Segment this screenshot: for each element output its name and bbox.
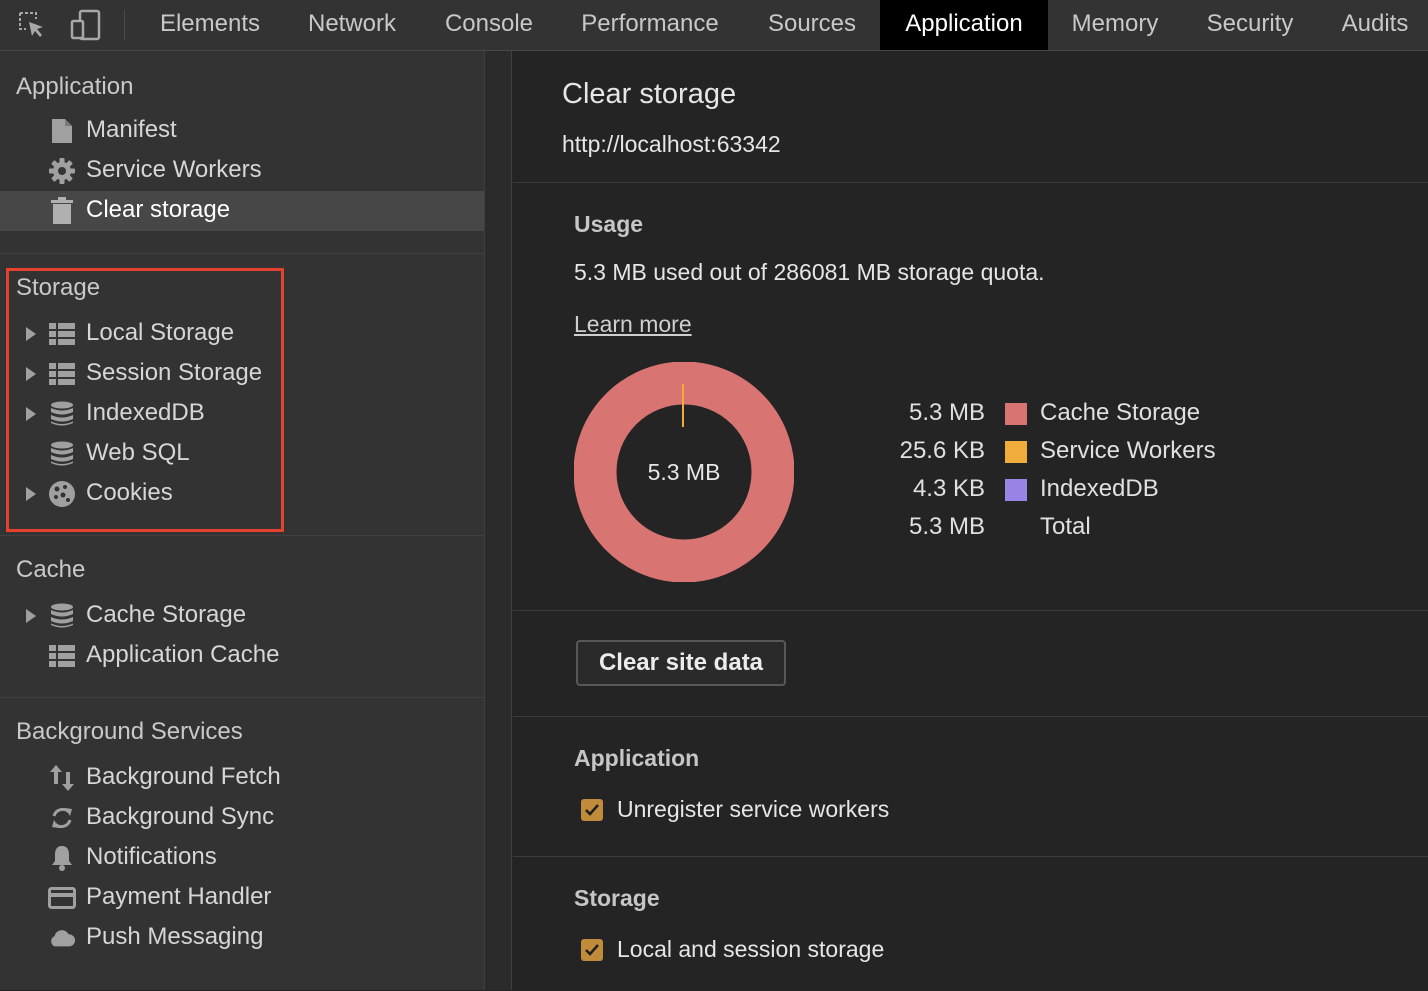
divider [513, 716, 1428, 717]
legend-row-service-workers: 25.6 KB Service Workers [873, 435, 1353, 471]
learn-more-link[interactable]: Learn more [574, 311, 692, 338]
divider [513, 856, 1428, 857]
origin-url: http://localhost:63342 [562, 131, 781, 157]
application-section-heading: Application [574, 745, 700, 771]
sidebar-item-label: Application Cache [86, 641, 280, 668]
legend-value: 25.6 KB [899, 437, 985, 464]
tab-network[interactable]: Network [282, 0, 422, 50]
section-title-cache: Cache [16, 556, 86, 583]
sidebar-item-label: Cache Storage [86, 601, 247, 628]
storage-highlight-box [6, 268, 284, 532]
donut-service-workers [682, 384, 684, 427]
sidebar-item-push-messaging[interactable]: Push Messaging [0, 918, 484, 958]
clear-storage-panel: Clear storage http://localhost:63342 Usa… [513, 51, 1428, 990]
legend-row-cache-storage: 5.3 MB Cache Storage [873, 397, 1353, 433]
sidebar-item-cache-storage[interactable]: Cache Storage [0, 596, 484, 636]
credit-card-icon [48, 884, 76, 912]
tab-audits[interactable]: Audits [1318, 0, 1428, 50]
local-session-storage-checkbox[interactable] [581, 939, 603, 961]
legend-value: 4.3 KB [912, 475, 985, 502]
storage-section-heading: Storage [574, 885, 660, 911]
legend-value: 5.3 MB [908, 399, 985, 426]
trash-icon [48, 197, 76, 225]
sidebar-item-payment-handler[interactable]: Payment Handler [0, 878, 484, 918]
sidebar-scrollbar[interactable] [484, 51, 512, 990]
page-title: Clear storage [562, 78, 737, 110]
expand-arrow-icon[interactable] [26, 609, 36, 623]
legend-value: 5.3 MB [908, 513, 985, 540]
donut-center-label: 5.3 MB [648, 459, 721, 485]
tab-memory[interactable]: Memory [1048, 0, 1182, 50]
devtools-toolbar: Elements Network Console Performance Sou… [0, 0, 1428, 51]
checkmark-icon [585, 944, 599, 956]
sidebar-item-label: Manifest [86, 116, 177, 143]
sidebar-item-service-workers[interactable]: Service Workers [0, 151, 484, 191]
local-session-storage-label[interactable]: Local and session storage [617, 936, 884, 963]
toolbar-separator [124, 10, 125, 40]
sidebar-item-label: Clear storage [86, 196, 231, 223]
legend-row-total: 5.3 MB Total [873, 511, 1353, 547]
sidebar-item-label: Push Messaging [86, 923, 264, 950]
sidebar-item-label: Background Fetch [86, 763, 281, 790]
usage-summary: 5.3 MB used out of 286081 MB storage quo… [574, 259, 1045, 285]
section-title-application: Application [16, 73, 134, 100]
sidebar-item-application-cache[interactable]: Application Cache [0, 636, 484, 676]
sidebar-item-background-fetch[interactable]: Background Fetch [0, 758, 484, 798]
sidebar-item-manifest[interactable]: Manifest [0, 111, 484, 151]
unregister-service-workers-label[interactable]: Unregister service workers [617, 796, 889, 823]
sidebar-item-label: Notifications [86, 843, 217, 870]
sync-icon [48, 804, 76, 832]
legend-swatch [1005, 479, 1027, 501]
bell-icon [48, 844, 76, 872]
unregister-service-workers-checkbox[interactable] [581, 799, 603, 821]
sidebar-item-notifications[interactable]: Notifications [0, 838, 484, 878]
legend-row-indexeddb: 4.3 KB IndexedDB [873, 473, 1353, 509]
sidebar-item-label: Background Sync [86, 803, 275, 830]
tab-performance[interactable]: Performance [556, 0, 744, 50]
tab-security[interactable]: Security [1182, 0, 1318, 50]
divider [513, 182, 1428, 183]
legend-name: Service Workers [1040, 437, 1216, 464]
cloud-icon [48, 924, 76, 952]
divider [513, 610, 1428, 611]
up-down-arrows-icon [48, 764, 76, 792]
legend-swatch [1005, 403, 1027, 425]
usage-donut-chart: 5.3 MB [574, 362, 794, 582]
tab-sources[interactable]: Sources [744, 0, 880, 50]
document-icon [48, 117, 76, 145]
grid-icon [48, 642, 76, 670]
sidebar-item-clear-storage[interactable]: Clear storage [0, 191, 484, 231]
inspect-element-icon[interactable] [14, 8, 50, 42]
legend-name: IndexedDB [1040, 475, 1159, 502]
checkmark-icon [585, 804, 599, 816]
legend-swatch [1005, 441, 1027, 463]
legend-name: Total [1040, 513, 1091, 540]
legend-name: Cache Storage [1040, 399, 1201, 426]
clear-site-data-button[interactable]: Clear site data [576, 640, 786, 686]
sidebar-item-label: Payment Handler [86, 883, 272, 910]
tab-elements[interactable]: Elements [138, 0, 282, 50]
sidebar-section-cache: Cache Cache Storage Application Cache [0, 535, 484, 696]
device-toolbar-icon[interactable] [68, 8, 104, 42]
sidebar-section-background-services: Background Services Background Fetch Bac… [0, 697, 484, 991]
tab-console[interactable]: Console [422, 0, 556, 50]
database-icon [48, 602, 76, 630]
gear-icon [48, 157, 76, 185]
usage-heading: Usage [574, 211, 644, 237]
tab-application[interactable]: Application [880, 0, 1048, 50]
sidebar-section-application: Application Manifest Service Workers Cle… [0, 51, 484, 251]
sidebar-item-background-sync[interactable]: Background Sync [0, 798, 484, 838]
section-title-background-services: Background Services [16, 718, 243, 745]
sidebar-item-label: Service Workers [86, 156, 262, 183]
